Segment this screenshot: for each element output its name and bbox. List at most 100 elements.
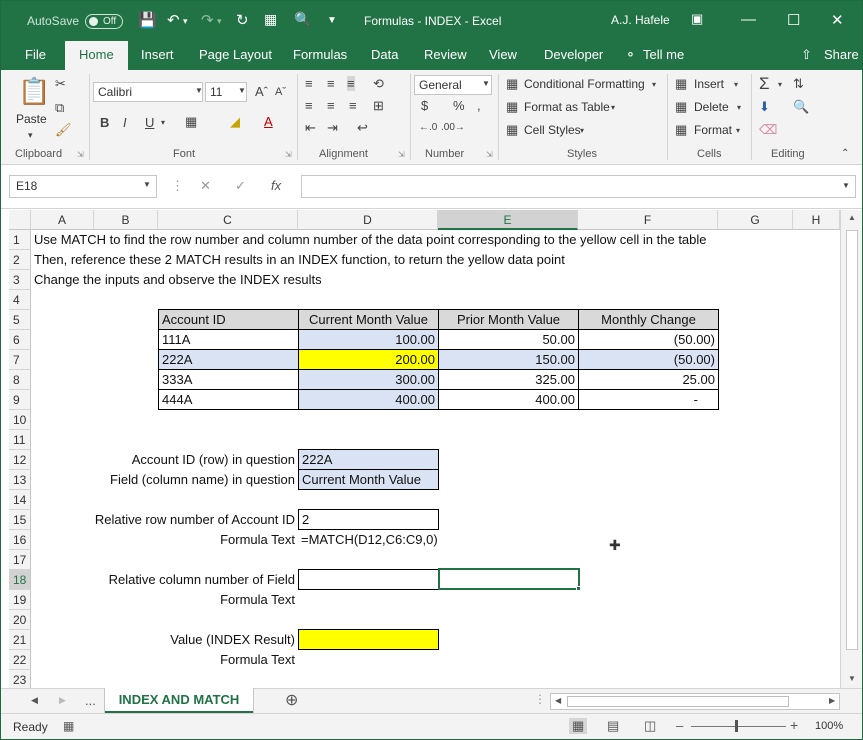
grid-icon[interactable]: ▦ [264, 11, 277, 28]
percent-icon[interactable]: % [453, 98, 465, 113]
fill-handle[interactable] [576, 586, 581, 591]
cell-styles-button[interactable]: Cell Styles [524, 123, 581, 137]
row-header-17[interactable]: 17 [9, 550, 31, 570]
row-header-6[interactable]: 6 [9, 330, 31, 350]
wrap-text-icon[interactable]: ↩ [357, 120, 368, 136]
select-all-corner[interactable] [9, 210, 31, 230]
table-cell[interactable]: (50.00) [578, 349, 719, 370]
merge-center-icon[interactable]: ⊞ [373, 98, 384, 114]
instruction-line-3[interactable]: Change the inputs and observe the INDEX … [31, 270, 325, 290]
relative-column-label[interactable]: Relative column number of Field [31, 570, 298, 590]
table-cell[interactable]: 222A [158, 349, 299, 370]
paste-icon[interactable]: 📋 [18, 76, 50, 107]
zoom-slider[interactable] [691, 726, 786, 727]
tab-file[interactable]: File [25, 47, 46, 62]
target-cell[interactable]: 200.00 [298, 349, 439, 370]
formula-text-label[interactable]: Formula Text [31, 530, 298, 550]
clipboard-launcher-icon[interactable]: ⇲ [77, 150, 84, 159]
font-color-icon[interactable]: A [264, 114, 273, 129]
tab-data[interactable]: Data [371, 47, 398, 62]
save-icon[interactable]: 💾 [138, 11, 157, 29]
table-cell[interactable]: 325.00 [438, 369, 579, 390]
row-header-9[interactable]: 9 [9, 390, 31, 410]
alignment-launcher-icon[interactable]: ⇲ [398, 150, 405, 159]
zoom-in-icon[interactable]: + [790, 717, 798, 733]
row-header-18[interactable]: 18 [9, 570, 31, 590]
ribbon-display-icon[interactable]: ▣ [691, 11, 703, 27]
active-cell-e18[interactable] [438, 568, 580, 590]
page-break-view-icon[interactable]: ◫ [644, 718, 656, 734]
horizontal-scrollbar[interactable]: ◀ ▶ [550, 693, 840, 710]
paste-dropdown-icon[interactable]: ▾ [28, 130, 33, 141]
table-cell[interactable]: 111A [158, 329, 299, 350]
scroll-up-icon[interactable]: ▲ [848, 213, 856, 222]
row-header-5[interactable]: 5 [9, 310, 31, 330]
tab-page-layout[interactable]: Page Layout [199, 47, 272, 62]
clear-icon[interactable]: ⌫ [759, 122, 777, 138]
table-cell[interactable]: 400.00 [438, 389, 579, 410]
align-left-icon[interactable]: ≡ [305, 98, 313, 113]
table-cell[interactable]: (50.00) [578, 329, 719, 350]
zoom-slider-thumb[interactable] [735, 720, 738, 732]
index-result-cell[interactable] [298, 629, 439, 650]
sheet-tab-index-and-match[interactable]: INDEX AND MATCH [105, 688, 253, 714]
field-input[interactable]: Current Month Value [298, 469, 439, 490]
decrease-indent-icon[interactable]: ⇤ [305, 120, 316, 136]
column-header-d[interactable]: D [298, 210, 438, 230]
tab-insert[interactable]: Insert [141, 47, 174, 62]
bold-icon[interactable]: B [100, 115, 109, 130]
conditional-formatting-button[interactable]: Conditional Formatting [524, 77, 645, 91]
increase-decimal-icon[interactable]: ←.0 [419, 122, 437, 133]
paste-button[interactable]: Paste [16, 112, 47, 126]
user-name[interactable]: A.J. Hafele [611, 13, 670, 27]
table-cell[interactable]: 100.00 [298, 329, 439, 350]
row-header-12[interactable]: 12 [9, 450, 31, 470]
share-button[interactable]: Share [824, 47, 859, 62]
table-cell[interactable]: 400.00 [298, 389, 439, 410]
vertical-scroll-thumb[interactable] [846, 230, 858, 650]
zoom-out-icon[interactable]: – [676, 718, 683, 733]
delete-chevron-icon[interactable]: ▾ [737, 103, 741, 112]
formula-input[interactable] [301, 175, 856, 198]
add-sheet-icon[interactable]: ⊕ [285, 690, 298, 710]
undo-icon[interactable]: ↶ [167, 11, 180, 29]
zoom-level[interactable]: 100% [815, 720, 843, 732]
relative-row-result[interactable]: 2 [298, 509, 439, 530]
row-header-15[interactable]: 15 [9, 510, 31, 530]
font-size-chevron-icon[interactable]: ▼ [238, 86, 246, 95]
column-header-c[interactable]: C [158, 210, 298, 230]
decrease-font-icon[interactable]: Aˇ [275, 86, 286, 98]
delete-button[interactable]: Delete [694, 100, 729, 114]
format-painter-icon[interactable]: 🖌 [55, 122, 72, 138]
font-launcher-icon[interactable]: ⇲ [285, 150, 292, 159]
row-header-11[interactable]: 11 [9, 430, 31, 450]
customize-qat-icon[interactable]: ▼ [327, 15, 337, 26]
refresh-icon[interactable]: ↻ [236, 11, 249, 29]
table-cell[interactable]: 50.00 [438, 329, 579, 350]
format-as-table-button[interactable]: Format as Table [524, 100, 610, 114]
row-header-8[interactable]: 8 [9, 370, 31, 390]
row-header-20[interactable]: 20 [9, 610, 31, 630]
row-header-14[interactable]: 14 [9, 490, 31, 510]
table-cell[interactable]: 333A [158, 369, 299, 390]
increase-indent-icon[interactable]: ⇥ [327, 120, 338, 136]
table-cell[interactable]: 300.00 [298, 369, 439, 390]
prev-sheet-icon[interactable]: ◀ [31, 695, 38, 706]
row-header-7[interactable]: 7 [9, 350, 31, 370]
sort-filter-icon[interactable]: ⇅ [793, 76, 804, 92]
table-header-current-month[interactable]: Current Month Value [298, 309, 439, 330]
tab-developer[interactable]: Developer [544, 47, 603, 62]
index-value-label[interactable]: Value (INDEX Result) [31, 630, 298, 650]
format-chevron-icon[interactable]: ▾ [736, 126, 740, 135]
align-top-icon[interactable]: ≡ [305, 76, 313, 91]
redo-dropdown-icon[interactable]: ▾ [217, 16, 222, 27]
expand-formula-bar-icon[interactable]: ▼ [842, 181, 850, 190]
instruction-line-2[interactable]: Then, reference these 2 MATCH results in… [31, 250, 568, 270]
tab-view[interactable]: View [489, 47, 517, 62]
field-label[interactable]: Field (column name) in question [31, 470, 298, 490]
column-header-a[interactable]: A [31, 210, 94, 230]
row-header-22[interactable]: 22 [9, 650, 31, 670]
print-preview-icon[interactable]: 🔍 [294, 11, 311, 28]
table-header-prior-month[interactable]: Prior Month Value [438, 309, 579, 330]
scroll-down-icon[interactable]: ▼ [848, 674, 856, 683]
